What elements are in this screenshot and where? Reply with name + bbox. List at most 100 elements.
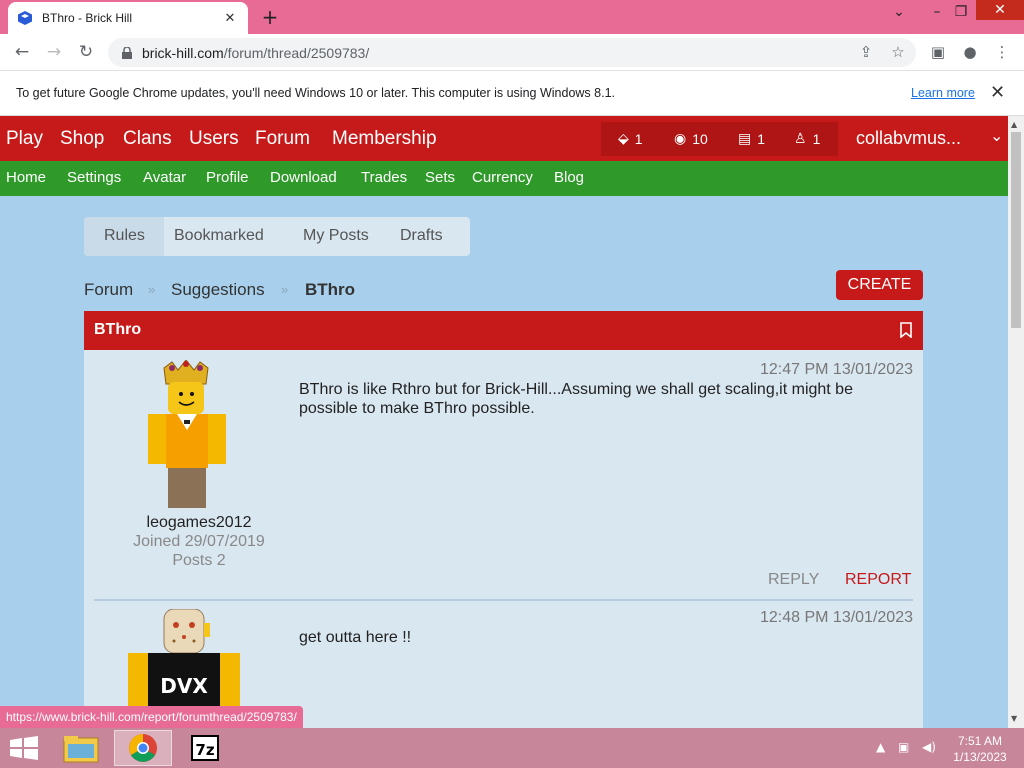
tab-my-posts[interactable]: My Posts (303, 227, 369, 245)
person-icon: ♙ (794, 130, 807, 146)
subnav-settings[interactable]: Settings (67, 169, 121, 186)
nav-forum[interactable]: Forum (255, 128, 310, 150)
nav-membership[interactable]: Membership (332, 128, 437, 150)
breadcrumb-current: BThro (305, 280, 356, 299)
post-joined-date: Joined 29/07/2019 (133, 533, 265, 550)
bookmark-icon[interactable] (900, 322, 912, 338)
sub-nav: Home Settings Avatar Profile Download Tr… (0, 161, 1008, 196)
url-path: /forum/thread/2509783/ (223, 44, 370, 61)
new-tab-icon[interactable]: + (260, 5, 280, 29)
volume-icon[interactable]: ◀) (922, 740, 936, 754)
address-bar[interactable]: brick-hill.com/forum/thread/2509783/ (108, 38, 916, 67)
post-timestamp: 12:47 PM 13/01/2023 (759, 361, 913, 378)
breadcrumb-separator-icon: » (148, 282, 156, 297)
thread-header: BThro (84, 311, 923, 350)
taskbar: 7z ▲ ▣ ◀) 7:51 AM 1/13/2023 (0, 728, 1024, 768)
bucks-stat[interactable]: ◉ 10 (674, 130, 708, 147)
create-button[interactable]: CREATE (836, 270, 923, 300)
reload-icon[interactable]: ↻ (76, 42, 96, 62)
nav-shop[interactable]: Shop (60, 128, 104, 150)
reply-button[interactable]: REPLY (768, 571, 819, 589)
tab-rules[interactable]: Rules (104, 227, 145, 245)
page-content: Play Shop Clans Users Forum Membership ⬙… (0, 116, 1008, 728)
post-count: Posts 2 (172, 552, 226, 569)
url-domain: brick-hill.com (142, 44, 224, 61)
taskbar-clock[interactable]: 7:51 AM 1/13/2023 (950, 733, 1010, 765)
page-scrollbar[interactable]: ▲ ▼ (1008, 116, 1024, 728)
notifications-stat[interactable]: ▤ 1 (738, 130, 765, 147)
subnav-sets[interactable]: Sets (425, 169, 455, 186)
show-hidden-icons-icon[interactable]: ▲ (876, 740, 885, 754)
7zip-icon: 7z (191, 735, 219, 761)
infobar-close-icon[interactable]: ✕ (990, 82, 1005, 103)
coin-icon: ◉ (674, 130, 687, 146)
report-button[interactable]: REPORT (845, 571, 911, 589)
friends-stat[interactable]: ♙ 1 (794, 130, 820, 147)
svg-text:DVX: DVX (160, 674, 208, 698)
tab-drafts[interactable]: Drafts (400, 227, 443, 245)
browser-toolbar: ← → ↻ brick-hill.com/forum/thread/250978… (0, 34, 1024, 71)
thread-title: BThro (94, 321, 142, 338)
file-explorer-button[interactable] (52, 730, 110, 766)
chat-icon: ▤ (738, 130, 752, 146)
post-timestamp: 12:48 PM 13/01/2023 (759, 609, 913, 626)
scroll-up-icon[interactable]: ▲ (1011, 120, 1017, 129)
scroll-down-icon[interactable]: ▼ (1011, 714, 1017, 723)
back-icon[interactable]: ← (12, 42, 32, 62)
infobar-message: To get future Google Chrome updates, you… (16, 86, 615, 100)
clock-time: 7:51 AM (957, 734, 1003, 748)
learn-more-link[interactable]: Learn more (911, 86, 975, 100)
user-avatar[interactable] (132, 360, 242, 510)
chrome-icon (129, 734, 157, 762)
status-bar-url: https://www.brick-hill.com/report/forumt… (0, 706, 303, 728)
chevron-down-icon[interactable]: ⌄ (990, 126, 1003, 145)
breadcrumb-separator-icon: » (281, 282, 289, 297)
subnav-home[interactable]: Home (6, 169, 46, 186)
post-body: BThro is like Rthro but for Brick-Hill..… (299, 381, 853, 417)
tab-search-icon[interactable]: ⌄ (884, 4, 914, 20)
share-icon[interactable]: ⇪ (856, 43, 876, 61)
lock-icon (122, 46, 132, 59)
subnav-blog[interactable]: Blog (554, 169, 584, 186)
forward-icon[interactable]: → (44, 42, 64, 62)
profile-icon[interactable]: ● (960, 43, 980, 61)
username-menu[interactable]: collabvmus... (856, 128, 961, 149)
nav-users[interactable]: Users (189, 128, 239, 150)
brick-icon: ⬙ (618, 130, 629, 146)
windows-start-icon[interactable] (8, 736, 40, 760)
subnav-currency[interactable]: Currency (472, 169, 533, 186)
browser-tab[interactable]: BThro - Brick Hill ✕ (8, 2, 248, 34)
bookmark-star-icon[interactable]: ☆ (888, 43, 908, 61)
post-body: get outta here !! (299, 629, 412, 646)
window-close-icon[interactable]: ✕ (976, 0, 1024, 20)
scrollbar-thumb[interactable] (1011, 132, 1021, 328)
subnav-download[interactable]: Download (270, 169, 337, 186)
brick-hill-favicon-icon (18, 11, 32, 25)
svg-text:7z: 7z (195, 741, 214, 759)
side-panel-icon[interactable]: ▣ (928, 43, 948, 61)
thread-card: BThro 12:47 PM 13/01/2023 BThro is like … (84, 311, 923, 728)
messages-stat[interactable]: ⬙ 1 (618, 130, 643, 147)
breadcrumb-forum[interactable]: Forum (84, 280, 133, 300)
7zip-taskbar-button[interactable]: 7z (176, 730, 234, 766)
forum-tabs: Rules Bookmarked My Posts Drafts (84, 217, 470, 256)
breadcrumb-suggestions[interactable]: Suggestions (171, 280, 265, 300)
update-infobar: To get future Google Chrome updates, you… (0, 71, 1024, 116)
network-icon[interactable]: ▣ (898, 740, 909, 754)
subnav-profile[interactable]: Profile (206, 169, 249, 186)
tab-strip: BThro - Brick Hill ✕ + ⌄ – ❐ ✕ (0, 0, 1024, 34)
main-nav: Play Shop Clans Users Forum Membership ⬙… (0, 116, 1008, 161)
nav-play[interactable]: Play (6, 128, 43, 150)
restore-icon[interactable]: ❐ (946, 4, 976, 20)
folder-icon (63, 736, 99, 763)
nav-clans[interactable]: Clans (123, 128, 172, 150)
tab-title: BThro - Brick Hill (42, 11, 133, 25)
forum-post: 12:47 PM 13/01/2023 BThro is like Rthro … (84, 350, 923, 598)
chrome-taskbar-button[interactable] (114, 730, 172, 766)
subnav-avatar[interactable]: Avatar (143, 169, 186, 186)
post-username[interactable]: leogames2012 (104, 514, 294, 532)
subnav-trades[interactable]: Trades (361, 169, 407, 186)
tab-bookmarked[interactable]: Bookmarked (174, 227, 264, 245)
tab-close-icon[interactable]: ✕ (222, 11, 238, 26)
menu-icon[interactable]: ⋮ (992, 43, 1012, 61)
